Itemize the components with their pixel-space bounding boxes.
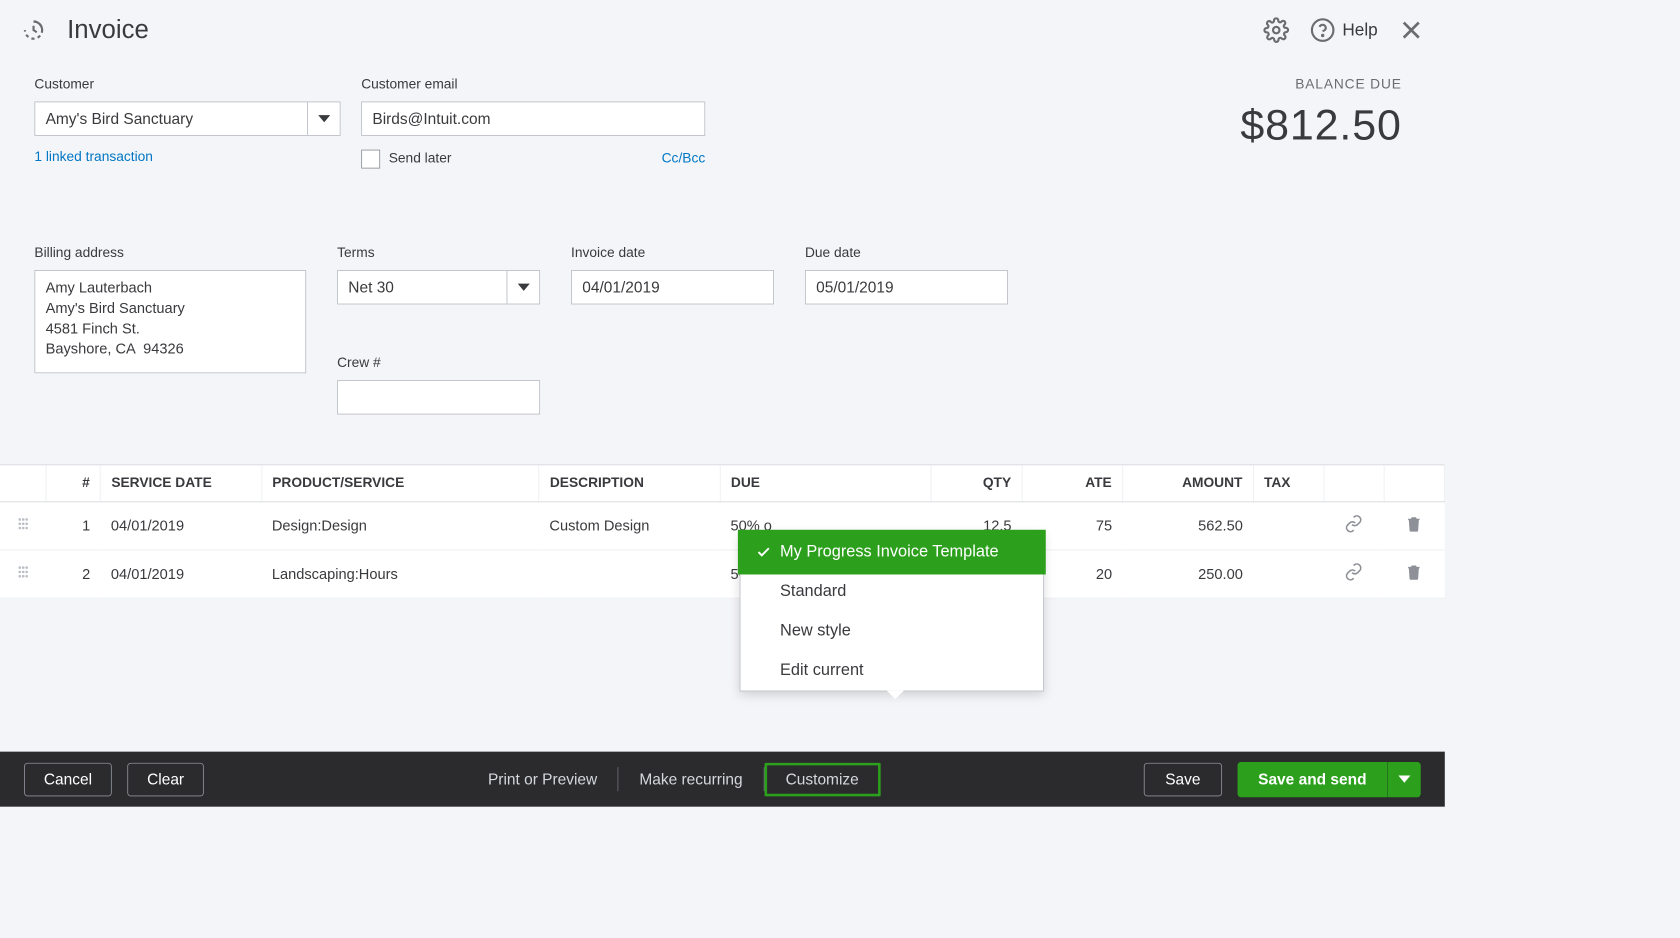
col-number: # bbox=[46, 465, 100, 502]
crew-field[interactable] bbox=[337, 380, 540, 414]
help-label: Help bbox=[1342, 20, 1377, 40]
cell-product: Landscaping:Hours bbox=[262, 550, 540, 598]
due-date-field[interactable] bbox=[805, 270, 1008, 304]
help-button[interactable]: Help bbox=[1310, 17, 1378, 43]
page-title: Invoice bbox=[67, 15, 149, 44]
header: Invoice Help bbox=[0, 0, 1445, 60]
check-icon bbox=[756, 544, 771, 559]
cell-date: 04/01/2019 bbox=[101, 550, 262, 598]
customer-value: Amy's Bird Sanctuary bbox=[35, 102, 307, 135]
cell-date: 04/01/2019 bbox=[101, 502, 262, 550]
email-field[interactable] bbox=[361, 101, 705, 135]
col-qty: QTY bbox=[931, 465, 1022, 502]
template-option[interactable]: Standard bbox=[740, 572, 1043, 612]
link-icon[interactable] bbox=[1344, 568, 1363, 584]
send-later-label: Send later bbox=[389, 151, 653, 166]
help-icon bbox=[1310, 17, 1336, 43]
terms-select[interactable]: Net 30 bbox=[337, 270, 540, 304]
trash-icon[interactable] bbox=[1406, 520, 1423, 536]
save-and-send-button[interactable]: Save and send bbox=[1237, 762, 1387, 797]
template-label: My Progress Invoice Template bbox=[780, 543, 999, 562]
make-recurring-link[interactable]: Make recurring bbox=[619, 770, 764, 788]
clear-button[interactable]: Clear bbox=[127, 762, 204, 796]
cell-num: 1 bbox=[46, 502, 100, 550]
customer-select[interactable]: Amy's Bird Sanctuary bbox=[34, 101, 340, 135]
col-service-date: SERVICE DATE bbox=[101, 465, 262, 502]
recent-icon[interactable] bbox=[21, 17, 47, 43]
save-button[interactable]: Save bbox=[1144, 762, 1222, 796]
cell-amount: 250.00 bbox=[1122, 550, 1253, 598]
email-label: Customer email bbox=[361, 77, 705, 92]
bottom-bar: Cancel Clear Print or Preview Make recur… bbox=[0, 752, 1445, 807]
table-row[interactable]: 1 04/01/2019 Design:Design Custom Design… bbox=[0, 502, 1444, 550]
template-option[interactable]: Edit current bbox=[740, 651, 1043, 691]
balance-amount: $812.50 bbox=[1240, 100, 1401, 150]
line-items-table: # SERVICE DATE PRODUCT/SERVICE DESCRIPTI… bbox=[0, 464, 1445, 598]
col-rate: ATE bbox=[1022, 465, 1123, 502]
cell-desc bbox=[539, 550, 720, 598]
balance-label: BALANCE DUE bbox=[1240, 77, 1401, 92]
save-dropdown-button[interactable] bbox=[1387, 762, 1421, 797]
print-preview-link[interactable]: Print or Preview bbox=[467, 770, 618, 788]
popup-arrow-icon bbox=[887, 691, 904, 700]
form-area: Customer Amy's Bird Sanctuary 1 linked t… bbox=[0, 60, 1445, 421]
crew-label: Crew # bbox=[337, 356, 540, 371]
trash-icon[interactable] bbox=[1406, 568, 1423, 584]
cell-amount: 562.50 bbox=[1122, 502, 1253, 550]
cell-tax bbox=[1253, 502, 1323, 550]
terms-value: Net 30 bbox=[338, 271, 507, 304]
col-product: PRODUCT/SERVICE bbox=[262, 465, 540, 502]
cc-bcc-link[interactable]: Cc/Bcc bbox=[662, 151, 706, 166]
due-date-label: Due date bbox=[805, 246, 1008, 261]
terms-label: Terms bbox=[337, 246, 540, 261]
drag-handle-icon[interactable] bbox=[16, 566, 30, 582]
chevron-down-icon bbox=[307, 102, 340, 135]
cancel-button[interactable]: Cancel bbox=[24, 762, 112, 796]
close-icon[interactable] bbox=[1398, 17, 1424, 43]
cell-tax bbox=[1253, 550, 1323, 598]
customize-popup: My Progress Invoice Template Standard Ne… bbox=[740, 531, 1044, 691]
billing-address-field[interactable] bbox=[34, 270, 306, 373]
billing-label: Billing address bbox=[34, 246, 306, 261]
linked-transaction-link[interactable]: 1 linked transaction bbox=[34, 150, 340, 165]
template-option[interactable]: New style bbox=[740, 611, 1043, 651]
balance-block: BALANCE DUE $812.50 bbox=[1240, 77, 1410, 149]
cell-desc: Custom Design bbox=[539, 502, 720, 550]
col-amount: AMOUNT bbox=[1122, 465, 1253, 502]
drag-handle-icon[interactable] bbox=[16, 518, 30, 534]
template-option-selected[interactable]: My Progress Invoice Template bbox=[740, 532, 1043, 572]
cell-num: 2 bbox=[46, 550, 100, 598]
col-due: DUE bbox=[720, 465, 931, 502]
chevron-down-icon bbox=[507, 271, 540, 304]
customize-button[interactable]: Customize bbox=[764, 762, 880, 796]
table-row[interactable]: 2 04/01/2019 Landscaping:Hours 50% of 50… bbox=[0, 550, 1444, 598]
invoice-date-field[interactable] bbox=[571, 270, 774, 304]
send-later-checkbox[interactable] bbox=[361, 150, 380, 169]
cell-product: Design:Design bbox=[262, 502, 540, 550]
invoice-date-label: Invoice date bbox=[571, 246, 774, 261]
link-icon[interactable] bbox=[1344, 520, 1363, 536]
col-tax: TAX bbox=[1253, 465, 1323, 502]
col-description: DESCRIPTION bbox=[539, 465, 720, 502]
gear-icon[interactable] bbox=[1263, 17, 1289, 43]
customer-label: Customer bbox=[34, 77, 340, 92]
